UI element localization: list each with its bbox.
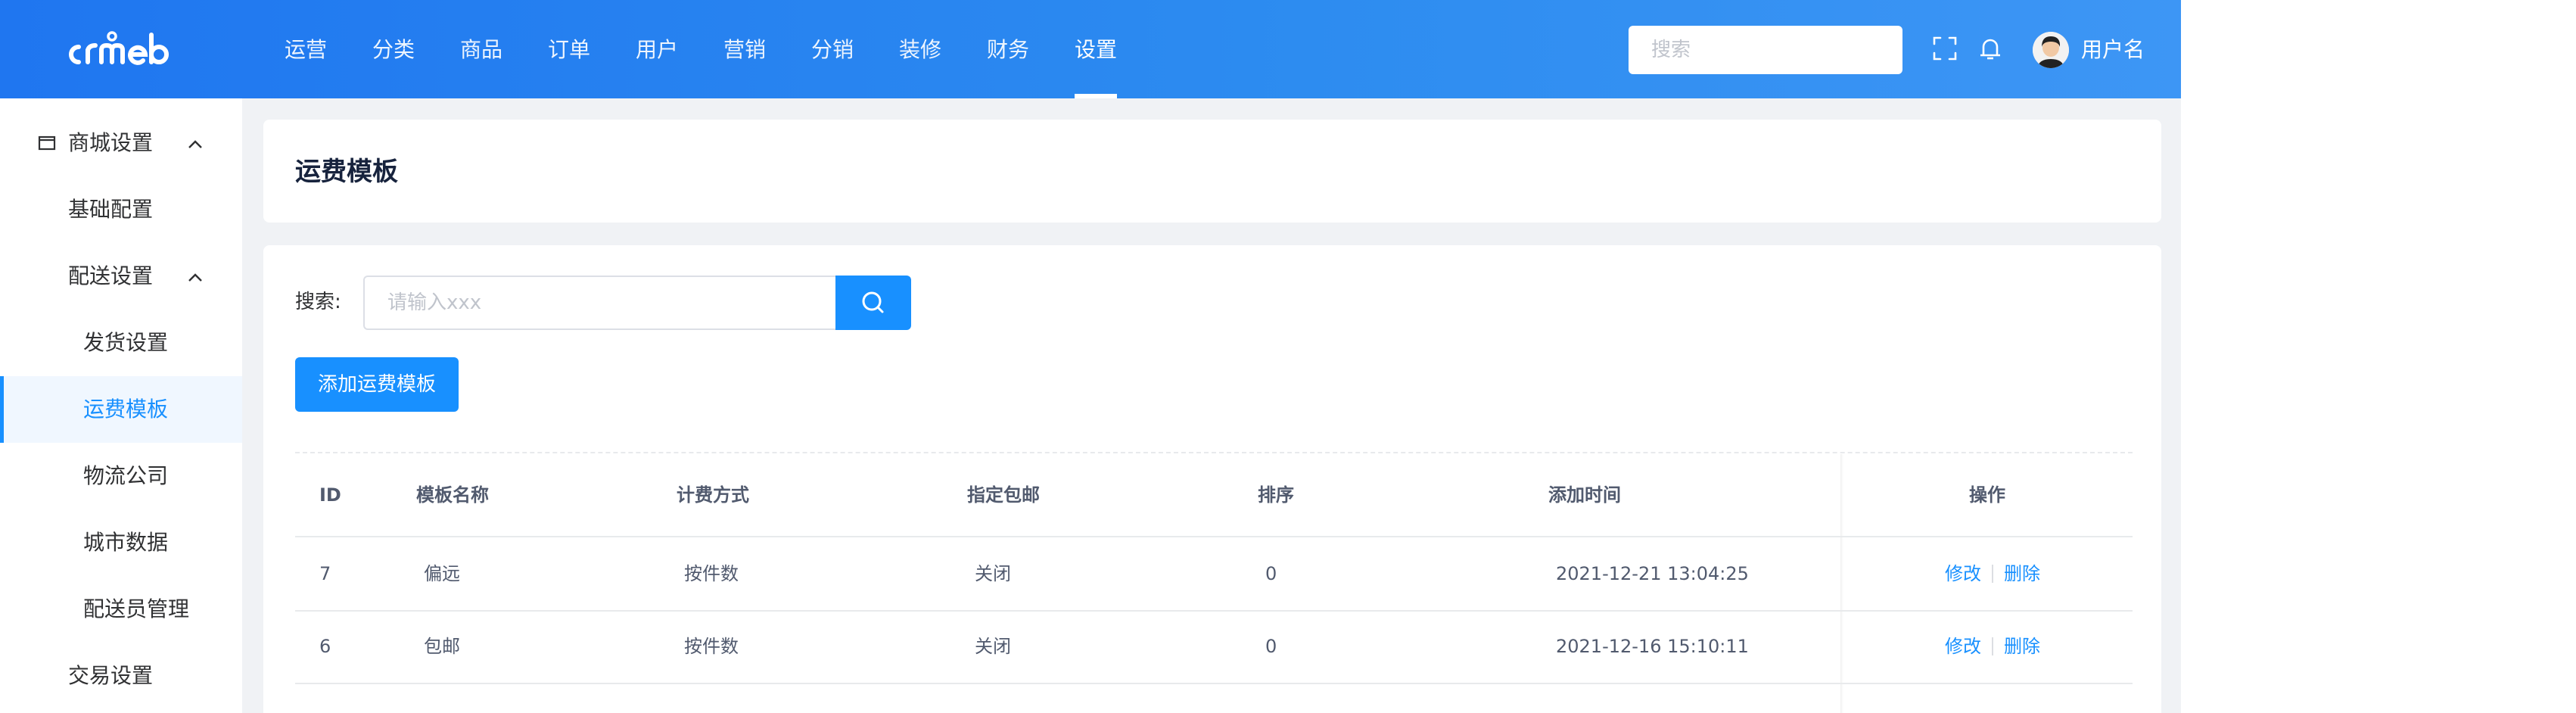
crmeb-logo[interactable] <box>61 27 182 73</box>
nav-item-settings[interactable]: 设置 <box>1075 0 1117 98</box>
cell-name: 偏远 <box>424 563 460 584</box>
nav-item-user[interactable]: 用户 <box>636 0 678 98</box>
edit-link[interactable]: 修改 <box>1945 636 1981 657</box>
nav-item-distribution[interactable]: 分销 <box>811 0 854 98</box>
sidebar-item-shipping-settings[interactable]: 发货设置 <box>0 310 242 376</box>
add-freight-template-button[interactable]: 添加运费模板 <box>295 357 459 412</box>
sidebar-item-label: 发货设置 <box>83 330 169 355</box>
cell-id: 7 <box>319 563 331 584</box>
nav-item-product[interactable]: 商品 <box>460 0 502 98</box>
row-divider <box>295 610 2133 612</box>
cell-sort: 0 <box>1265 563 1277 584</box>
chevron-up-icon <box>188 273 202 282</box>
sidebar-item-logistics-company[interactable]: 物流公司 <box>0 443 242 509</box>
column-header-added-time: 添加时间 <box>1548 484 1621 506</box>
cell-actions: 修改 删除 <box>1945 610 2040 683</box>
template-search-input[interactable]: 请输入xxx <box>363 276 837 330</box>
sidebar-item-label: 物流公司 <box>83 463 169 488</box>
nav-item-operation[interactable]: 运营 <box>285 0 327 98</box>
user-avatar[interactable] <box>2033 32 2069 68</box>
column-header-name: 模板名称 <box>416 484 489 506</box>
nav-item-decoration[interactable]: 装修 <box>899 0 941 98</box>
divider <box>295 452 2133 453</box>
nav-item-order[interactable]: 订单 <box>548 0 590 98</box>
nav-item-finance[interactable]: 财务 <box>987 0 1029 98</box>
window-icon <box>38 135 56 151</box>
column-header-id: ID <box>319 484 341 506</box>
username[interactable]: 用户名 <box>2081 0 2145 98</box>
sidebar-item-courier-management[interactable]: 配送员管理 <box>0 576 242 643</box>
delete-link[interactable]: 删除 <box>2004 563 2040 584</box>
action-separator <box>1992 637 1993 655</box>
cell-added-time: 2021-12-16 15:10:11 <box>1556 636 1749 657</box>
sidebar-item-label: 运费模板 <box>83 397 169 422</box>
sidebar: 商城设置 基础配置 配送设置 发货设置 运费模板 物流公司 城市数据 配送员管理 <box>0 98 242 713</box>
page-title-card <box>263 120 2161 223</box>
column-header-free-shipping: 指定包邮 <box>967 484 1040 506</box>
nav-active-indicator <box>1075 94 1117 98</box>
app-window: 运营 分类 商品 订单 用户 营销 分销 装修 财务 设置 搜索 用户名 商城设… <box>0 0 2181 713</box>
sidebar-item-label: 配送员管理 <box>83 596 190 621</box>
search-icon <box>862 291 884 313</box>
sidebar-item-basic-config[interactable]: 基础配置 <box>0 176 242 243</box>
action-separator <box>1992 565 1993 583</box>
cell-added-time: 2021-12-21 13:04:25 <box>1556 563 1749 584</box>
page-title: 运费模板 <box>295 157 398 187</box>
column-header-sort: 排序 <box>1258 484 1294 506</box>
sidebar-item-label: 配送设置 <box>68 263 154 288</box>
row-divider <box>295 683 2133 684</box>
cell-billing: 按件数 <box>684 636 739 657</box>
fullscreen-icon[interactable] <box>1931 35 1958 62</box>
column-header-billing: 计费方式 <box>677 484 749 506</box>
sidebar-item-label: 基础配置 <box>68 197 154 222</box>
chevron-up-icon <box>188 140 202 148</box>
delete-link[interactable]: 删除 <box>2004 636 2040 657</box>
sidebar-item-shop-settings[interactable]: 商城设置 <box>0 110 242 176</box>
cell-actions: 修改 删除 <box>1945 537 2040 610</box>
top-header: 运营 分类 商品 订单 用户 营销 分销 装修 财务 设置 搜索 用户名 <box>0 0 2181 98</box>
sidebar-item-trade-settings[interactable]: 交易设置 <box>0 643 242 709</box>
sidebar-item-freight-template[interactable]: 运费模板 <box>0 376 242 443</box>
bell-icon[interactable] <box>1977 35 2004 62</box>
search-label: 搜索: <box>295 291 341 313</box>
header-search-input[interactable]: 搜索 <box>1629 26 1902 74</box>
sidebar-item-city-data[interactable]: 城市数据 <box>0 509 242 576</box>
nav-item-category[interactable]: 分类 <box>372 0 415 98</box>
nav-item-marketing[interactable]: 营销 <box>723 0 766 98</box>
cell-name: 包邮 <box>424 636 460 657</box>
cell-sort: 0 <box>1265 636 1277 657</box>
sidebar-item-label: 交易设置 <box>68 663 154 688</box>
sidebar-item-label: 城市数据 <box>83 530 169 555</box>
sidebar-item-label: 商城设置 <box>68 130 154 155</box>
row-divider <box>295 536 2133 537</box>
search-button[interactable] <box>835 276 911 330</box>
edit-link[interactable]: 修改 <box>1945 563 1981 584</box>
sidebar-item-delivery-settings[interactable]: 配送设置 <box>0 243 242 310</box>
column-header-actions: 操作 <box>1969 484 2005 506</box>
cell-free-shipping: 关闭 <box>975 563 1011 584</box>
cell-id: 6 <box>319 636 331 657</box>
fixed-column-shadow <box>1840 454 1843 713</box>
cell-billing: 按件数 <box>684 563 739 584</box>
cell-free-shipping: 关闭 <box>975 636 1011 657</box>
